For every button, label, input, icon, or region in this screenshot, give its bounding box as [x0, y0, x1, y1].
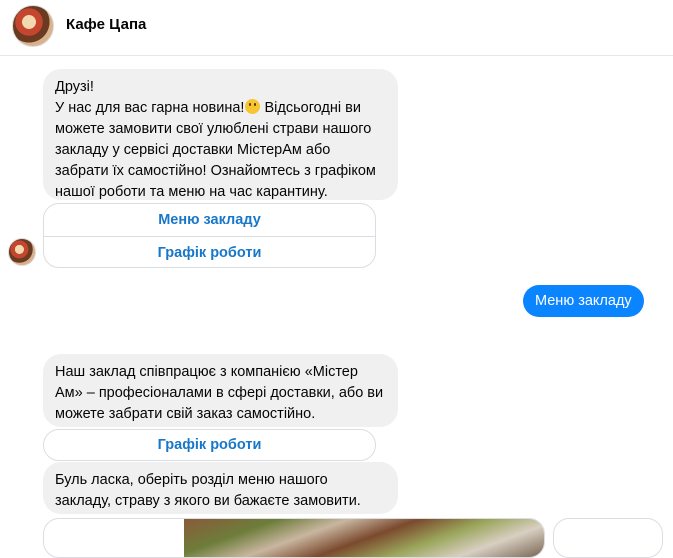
message-line: закладу, страву з якого ви бажаєте замов… [55, 493, 361, 509]
message-bubble-delivery: Наш заклад співпрацює з компанією «Місте… [43, 354, 398, 427]
message-line: Ам» – професіоналами в сфері доставки, а… [55, 385, 384, 401]
schedule-button[interactable]: Графік роботи [44, 236, 375, 267]
message-bubble-choose-section: Буль ласка, оберіть розділ меню нашого з… [43, 462, 398, 514]
schedule-button[interactable]: Графік роботи [44, 430, 375, 460]
message-line: закладу у сервісі доставки МістерАм або [55, 142, 331, 158]
message-bubble-welcome: Друзі! У нас для вас гарна новина! Відсь… [43, 69, 398, 200]
message-line: можете замовити свої улюблені страви наш… [55, 121, 372, 137]
menu-button[interactable]: Меню закладу [44, 204, 375, 236]
page-title[interactable]: Кафе Цапа [66, 16, 146, 33]
message-line: можете забрати свій заказ самостійно. [55, 406, 316, 422]
message-line: У нас для вас гарна новина! Відсьогодні … [55, 99, 361, 116]
menu-carousel-card[interactable] [553, 518, 663, 558]
message-line: забрати їх самостійно! Ознайомтесь з гра… [55, 163, 376, 179]
page-avatar[interactable] [12, 5, 54, 47]
message-line: Наш заклад співпрацює з компанією «Місте… [55, 364, 358, 380]
quick-buttons-card: Меню закладу Графік роботи [43, 203, 376, 268]
chat-header: Кафе Цапа [0, 0, 673, 56]
sender-avatar[interactable] [8, 238, 36, 266]
smiling-face-icon [245, 99, 261, 114]
message-line: Друзі! [55, 79, 94, 95]
quick-buttons-card: Графік роботи [43, 429, 376, 461]
message-line: нашої роботи та меню на час карантину. [55, 184, 328, 200]
dish-image [184, 519, 544, 557]
message-line: Буль ласка, оберіть розділ меню нашого [55, 472, 328, 488]
menu-carousel-card[interactable] [43, 518, 545, 558]
user-message-bubble: Меню закладу [523, 285, 644, 317]
